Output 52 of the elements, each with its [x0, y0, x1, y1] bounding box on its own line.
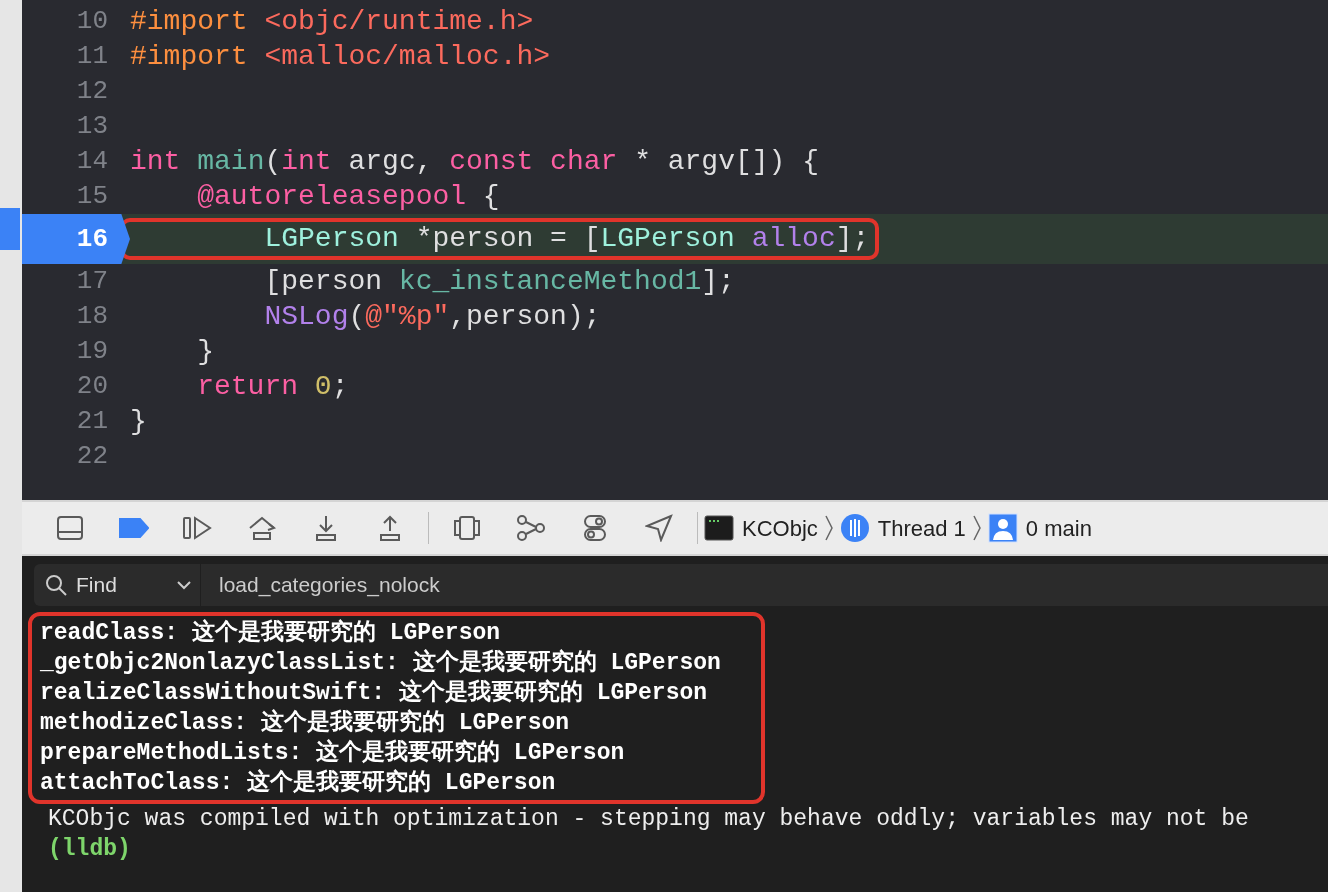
- line-number: 10: [75, 5, 109, 38]
- line-number: 21: [75, 405, 109, 438]
- console-line: readClass: 这个是我要研究的 LGPerson: [40, 618, 502, 648]
- line-number: 17: [75, 265, 109, 298]
- console-line: realizeClassWithoutSwift: 这个是我要研究的 LGPerson: [40, 678, 709, 708]
- console-line: prepareMethodLists: 这个是我要研究的 LGPerson: [40, 738, 626, 768]
- caret-icon[interactable]: [176, 580, 192, 590]
- search-field[interactable]: load_categories_nolock: [201, 564, 1328, 606]
- search-icon: [44, 573, 68, 597]
- console-prompt: (lldb): [47, 835, 132, 864]
- console-line: methodizeClass: 这个是我要研究的 LGPerson: [40, 708, 571, 738]
- line-number: 18: [75, 300, 109, 333]
- line-number: 16: [22, 214, 130, 264]
- code-line: #import <malloc/malloc.h>: [130, 39, 551, 74]
- code-line: [person kc_instanceMethod1];: [263, 264, 735, 299]
- breakpoint-gutter-marker: [0, 208, 20, 250]
- line-number: 13: [75, 110, 109, 143]
- terminal-icon[interactable]: [704, 515, 734, 541]
- code-line: }: [130, 404, 147, 439]
- view-hierarchy-icon[interactable]: [453, 514, 481, 542]
- console-line: KCObjc was compiled with optimization - stepping may behave oddly; variables may not be: [47, 805, 1250, 834]
- chevron-icon: [971, 515, 982, 541]
- breadcrumb-item[interactable]: Thread 1: [877, 511, 966, 545]
- step-out-icon[interactable]: [377, 514, 403, 542]
- thread-icon[interactable]: [839, 513, 870, 543]
- line-number: 11: [75, 40, 109, 73]
- toggle-icon[interactable]: [582, 514, 608, 542]
- line-number: 22: [75, 440, 109, 473]
- continue-icon[interactable]: [182, 515, 214, 541]
- step-over-icon[interactable]: [247, 514, 277, 542]
- step-into-icon[interactable]: [313, 514, 339, 542]
- location-icon[interactable]: [645, 514, 673, 542]
- code-line: @autoreleasepool {: [196, 179, 500, 214]
- code-line: NSLog(@"%p",person);: [263, 299, 601, 334]
- code-line: #import <objc/runtime.h>: [130, 4, 534, 39]
- code-line: int main(int argc, const char * argv[]) {: [130, 144, 819, 179]
- console-line: attachToClass: 这个是我要研究的 LGPerson: [40, 768, 557, 798]
- breakpoint-icon[interactable]: [119, 518, 149, 538]
- memory-graph-icon[interactable]: [516, 514, 546, 542]
- console-line: _getObjc2NonlazyClassList: 这个是我要研究的 LGPerson: [40, 648, 721, 678]
- line-number: 20: [75, 370, 109, 403]
- line-number: 15: [75, 180, 109, 213]
- breadcrumb-item[interactable]: 0 main: [1025, 511, 1092, 545]
- line-number: 14: [75, 145, 109, 178]
- person-icon[interactable]: [987, 513, 1018, 543]
- panel-toggle-icon[interactable]: [56, 514, 84, 542]
- chevron-icon: [823, 515, 834, 541]
- line-number: 12: [75, 75, 109, 108]
- code-line: }: [196, 334, 214, 369]
- breadcrumb-item[interactable]: KCObjc: [742, 511, 818, 545]
- line-number: 19: [75, 335, 109, 368]
- code-line: return 0;: [196, 369, 349, 404]
